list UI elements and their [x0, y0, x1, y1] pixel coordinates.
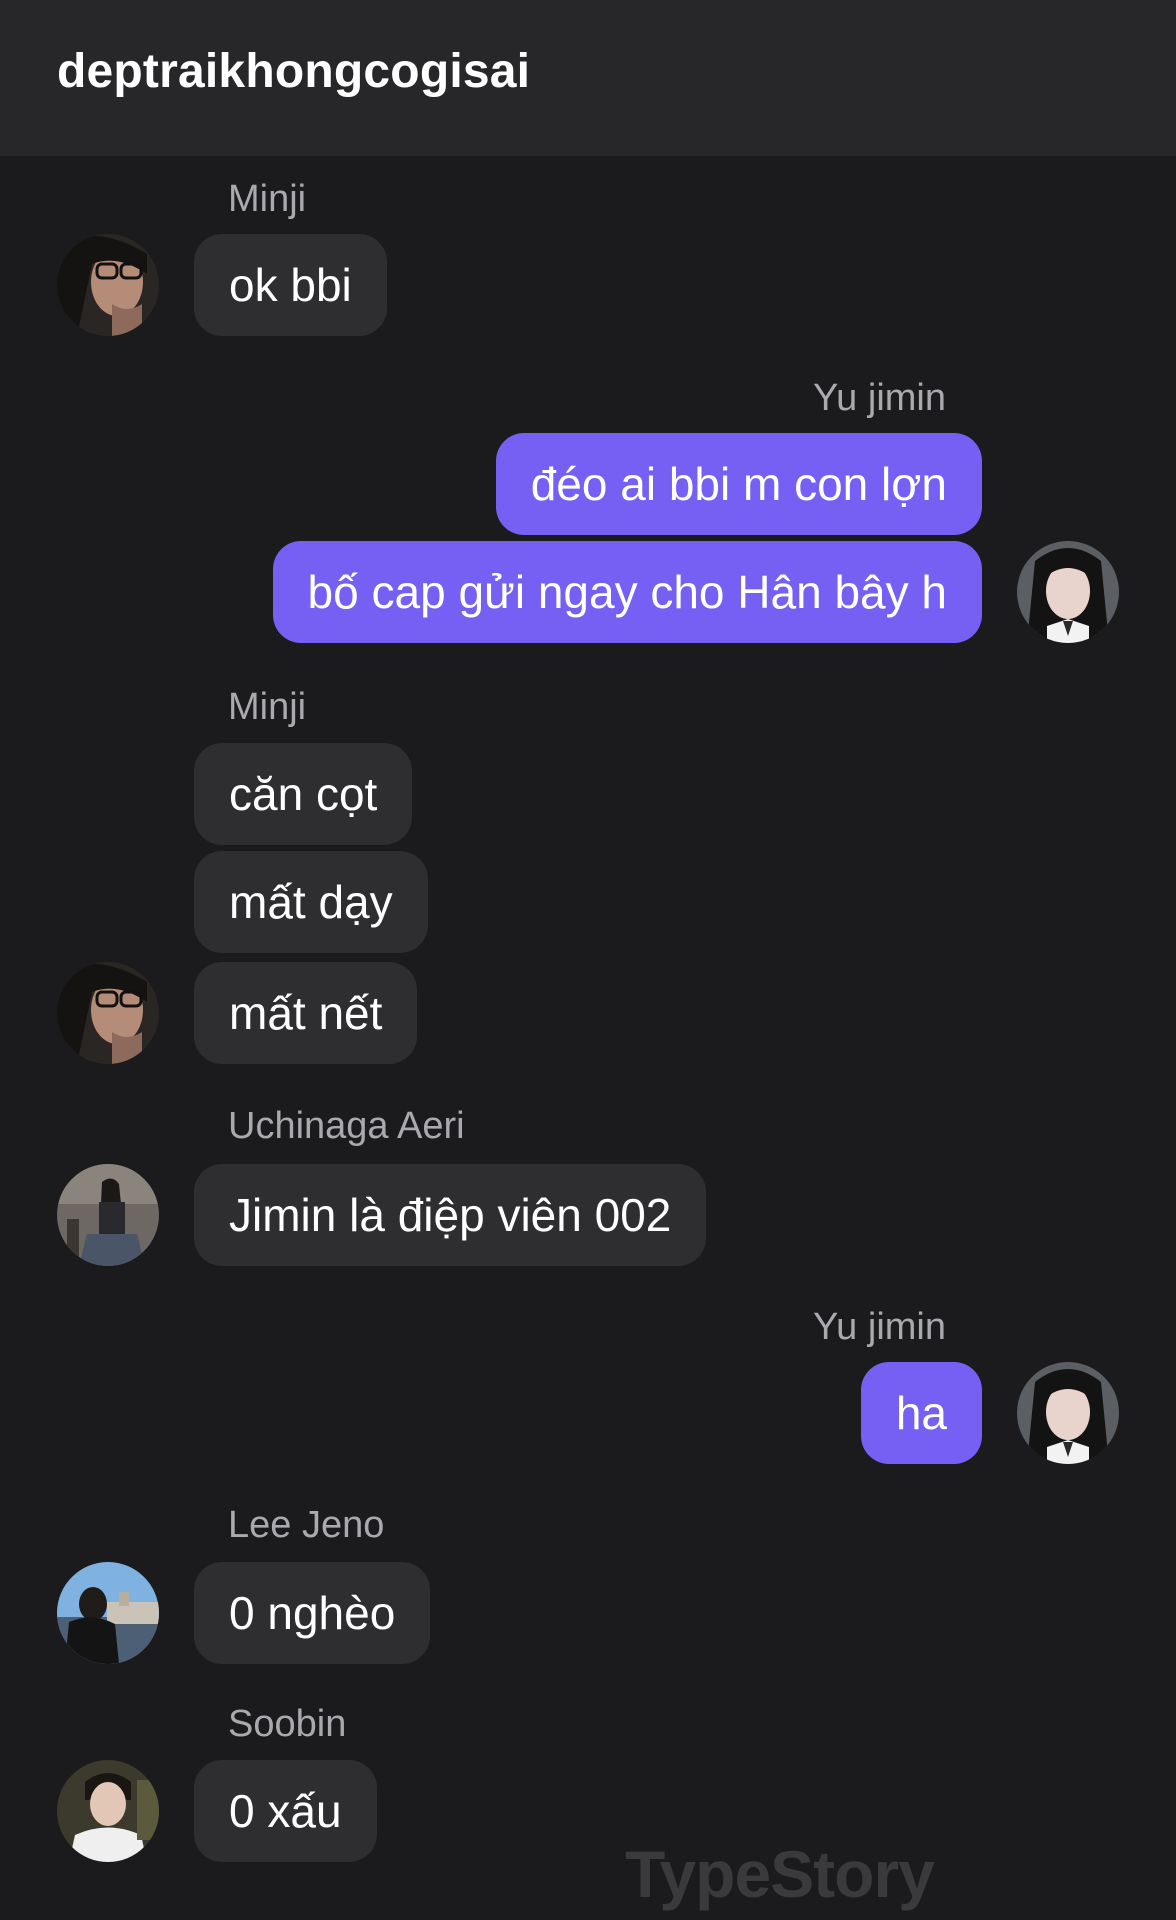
soobin-avatar-icon[interactable]	[57, 1760, 159, 1862]
message-bubble[interactable]: ha	[860, 1362, 982, 1464]
message-bubble[interactable]: 0 nghèo	[194, 1562, 431, 1664]
message-bubble[interactable]: mất dạy	[194, 851, 428, 953]
sender-name: Soobin	[228, 1703, 347, 1745]
sender-name: Uchinaga Aeri	[228, 1105, 465, 1147]
yu-jimin-avatar-icon[interactable]	[1017, 541, 1119, 643]
sender-name: Lee Jeno	[228, 1504, 385, 1546]
chat-header: deptraikhongcogisai	[0, 0, 1176, 156]
sender-name: Yu jimin	[812, 1306, 946, 1348]
uchinaga-aeri-avatar-icon[interactable]	[57, 1164, 159, 1266]
minji-avatar-icon[interactable]	[57, 962, 159, 1064]
yu-jimin-avatar-icon[interactable]	[1017, 1362, 1119, 1464]
message-bubble[interactable]: 0 xấu	[194, 1760, 377, 1862]
sender-name: Yu jimin	[812, 377, 946, 419]
sender-name: Minji	[228, 178, 307, 220]
lee-jeno-avatar-icon[interactable]	[57, 1562, 159, 1664]
watermark-text: TypeStory	[625, 1837, 935, 1911]
message-bubble[interactable]: ok bbi	[194, 234, 387, 336]
sender-name: Minji	[228, 686, 307, 728]
minji-avatar-icon[interactable]	[57, 234, 159, 336]
message-bubble[interactable]: đéo ai bbi m con lợn	[495, 433, 982, 535]
message-bubble[interactable]: căn cọt	[194, 743, 413, 845]
message-bubble[interactable]: bố cap gửi ngay cho Hân bây h	[272, 541, 982, 643]
message-bubble[interactable]: Jimin là điệp viên 002	[194, 1164, 707, 1266]
message-bubble[interactable]: mất nết	[194, 962, 418, 1064]
chat-title: deptraikhongcogisai	[57, 45, 531, 98]
